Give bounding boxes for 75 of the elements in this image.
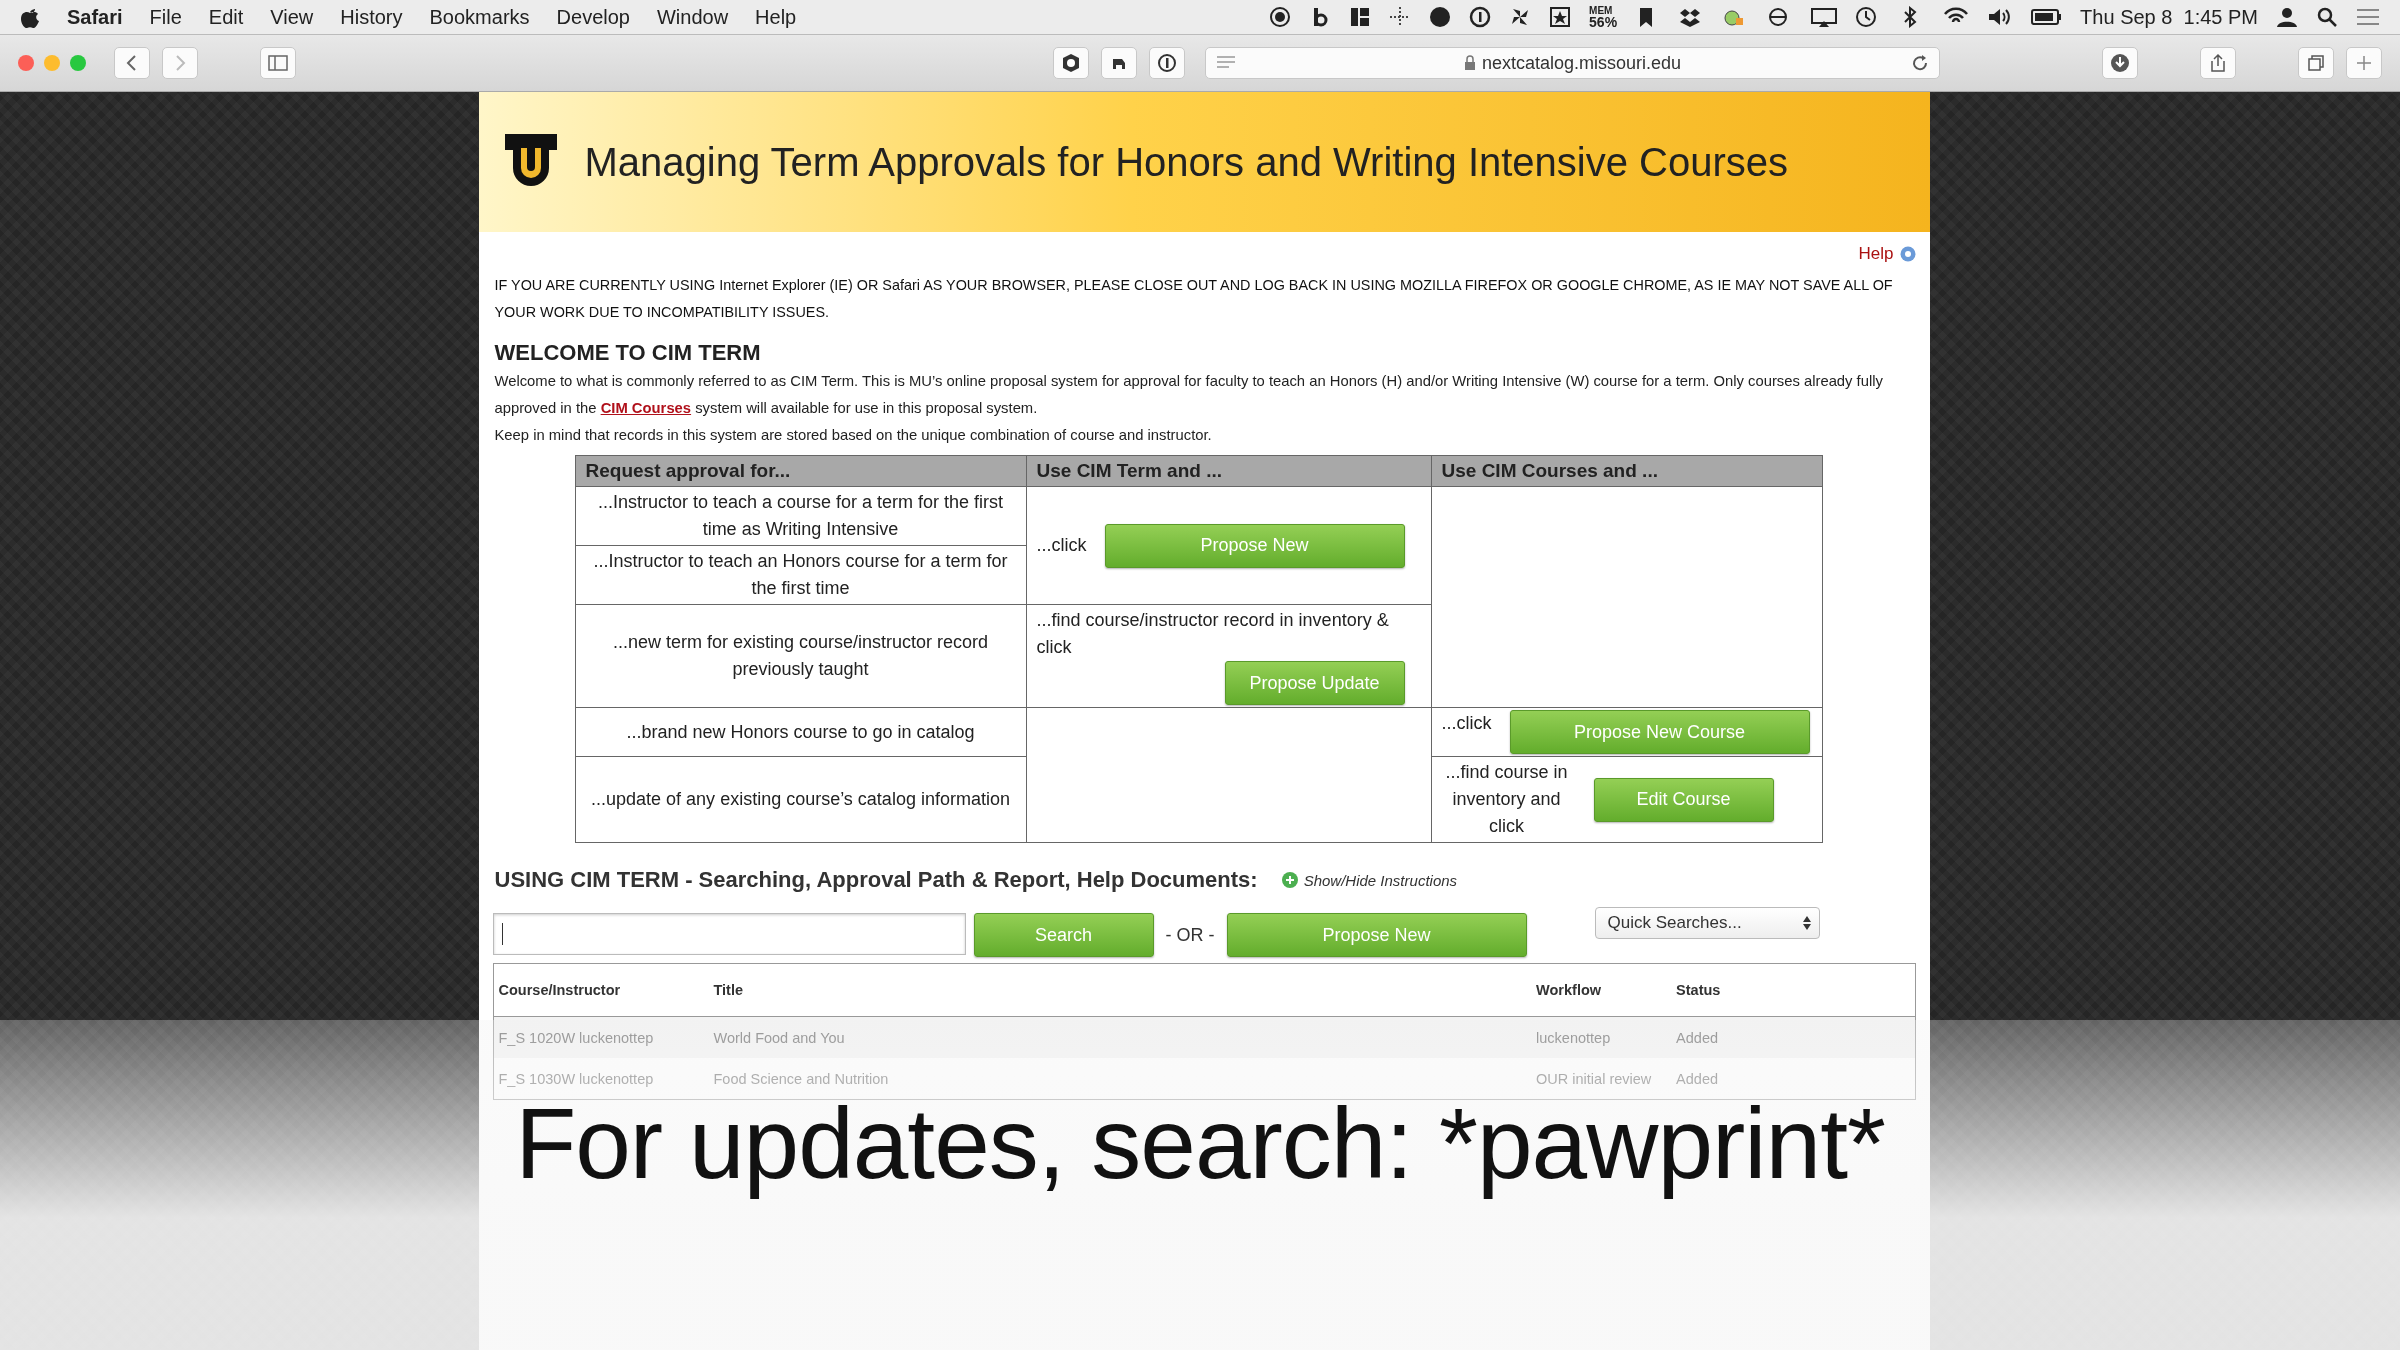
column-header: Use CIM Term and ... [1026, 455, 1431, 487]
star-box-icon[interactable] [1549, 6, 1572, 28]
record-icon[interactable] [1269, 6, 1292, 28]
table-cell: Added [1671, 1016, 1915, 1058]
menu-item[interactable]: Help [755, 5, 797, 29]
share-icon [2208, 53, 2228, 73]
info-icon[interactable] [1469, 6, 1492, 28]
memory-value: 56% [1589, 15, 1618, 29]
plus-icon [1281, 872, 1298, 888]
password-button[interactable] [1149, 47, 1185, 79]
lock-icon [1463, 55, 1476, 71]
help-link[interactable]: Help [1858, 244, 1894, 264]
menu-item[interactable]: History [340, 5, 403, 29]
table-cell: luckenottep [1531, 1016, 1672, 1058]
table-cell: ...update of any existing course’s catalog information [575, 756, 1026, 843]
menu-item[interactable]: File [149, 5, 182, 29]
display-icon[interactable] [1811, 6, 1838, 28]
tabs-icon [2306, 53, 2326, 73]
welcome-heading: WELCOME TO CIM TERM [494, 340, 762, 366]
menu-item[interactable]: Edit [208, 5, 244, 29]
column-header: Status [1671, 963, 1915, 1017]
download-icon [2110, 53, 2130, 73]
apple-icon[interactable] [20, 6, 40, 28]
column-header: Use CIM Courses and ... [1431, 455, 1822, 487]
cell-text: ...find course/instructor record in inventory & click [1036, 609, 1390, 659]
password-icon [1157, 53, 1177, 73]
page-title: Managing Term Approvals for Honors and Writing Intensive Courses [584, 139, 1789, 185]
table-cell: ...Instructor to teach an Honors course for a term for the first time [575, 545, 1026, 605]
column-header: Request approval for... [575, 455, 1026, 487]
welcome-paragraph: Welcome to what is commonly referred to as CIM Term. This is MU’s online proposal system for approval for faculty to teach an Honors (H) and/or Writing Intensive (W) course for a term. Only courses already fully approved in the CIM Courses system will available for use in this proposal system. [494, 372, 1884, 418]
browser-warning: IF YOU ARE CURRENTLY USING Internet Explorer (IE) OR Safari AS YOUR BROWSER, PLEASE CLOSE OUT AND LOG BACK IN USING MOZILLA FIREFOX OR GOOGLE CHROME, AS IE MAY NOT SAVE ALL OF YOUR WORK DUE TO INCOMPATIBILITY ISSUES. [494, 276, 1894, 322]
menu-item[interactable]: Develop [556, 5, 630, 29]
address-bar[interactable]: nextcatalog.missouri.edu [1205, 47, 1940, 79]
clock[interactable]: Thu Sep 8 1:45 PM [2080, 5, 2258, 29]
records-note: Keep in mind that records in this system are stored based on the unique combination of course and instructor. [494, 426, 1213, 445]
menu-item[interactable]: Window [656, 5, 729, 29]
hexagon-icon [1061, 53, 1081, 73]
reload-icon[interactable] [1911, 54, 1929, 72]
updown-icon [1802, 916, 1811, 930]
cell-text: ...find course in inventory and click [1444, 761, 1569, 838]
quick-searches-dropdown[interactable]: Quick Searches... [1594, 907, 1820, 939]
help-icon[interactable] [1899, 246, 1916, 262]
grid-icon[interactable] [1349, 6, 1372, 28]
table-cell: ...new term for existing course/instructor record previously taught [575, 604, 1026, 708]
back-button[interactable] [114, 47, 150, 79]
cell-text: ...click [1036, 534, 1087, 557]
table-cell: F_S 1020W luckenottep [493, 1016, 709, 1058]
sidebar-button[interactable] [260, 47, 296, 79]
search-icon[interactable] [2316, 6, 2338, 28]
menu-item[interactable]: View [270, 5, 314, 29]
table-cell: World Food and You [708, 1016, 1532, 1058]
column-header: Workflow [1531, 963, 1672, 1017]
section-heading: USING CIM TERM - Searching, Approval Path & Report, Help Documents: [494, 867, 1258, 893]
memory-label: MEM [1589, 5, 1614, 16]
show-hide-link[interactable]: Show/Hide Instructions [1281, 871, 1458, 889]
menu-item[interactable]: Bookmarks [429, 5, 530, 29]
list-icon[interactable] [2356, 7, 2380, 27]
table-cell: ...brand new Honors course to go in catalog [575, 707, 1026, 757]
new-tab-icon [2354, 53, 2374, 73]
tabs-button[interactable] [2298, 47, 2334, 79]
sidebar-icon [268, 53, 288, 73]
hexagon-button[interactable] [1053, 47, 1089, 79]
battery-icon[interactable] [2031, 6, 2063, 28]
cim-courses-link[interactable]: CIM Courses [600, 400, 692, 416]
column-header: Course/Instructor [493, 963, 709, 1017]
column-header: Title [708, 963, 1532, 1017]
download-button[interactable] [2102, 47, 2138, 79]
cell-text: ...click [1441, 712, 1492, 735]
table-cell: ...Instructor to teach a course for a term for the first time as Writing Intensive [575, 486, 1026, 546]
share-button[interactable] [2200, 47, 2236, 79]
url-text: nextcatalog.missouri.edu [1481, 52, 1682, 74]
search-field[interactable] [492, 913, 966, 955]
user-icon[interactable] [2276, 6, 2298, 28]
or-separator: - OR - [1165, 924, 1215, 946]
app-menu[interactable]: Safari [67, 5, 123, 29]
